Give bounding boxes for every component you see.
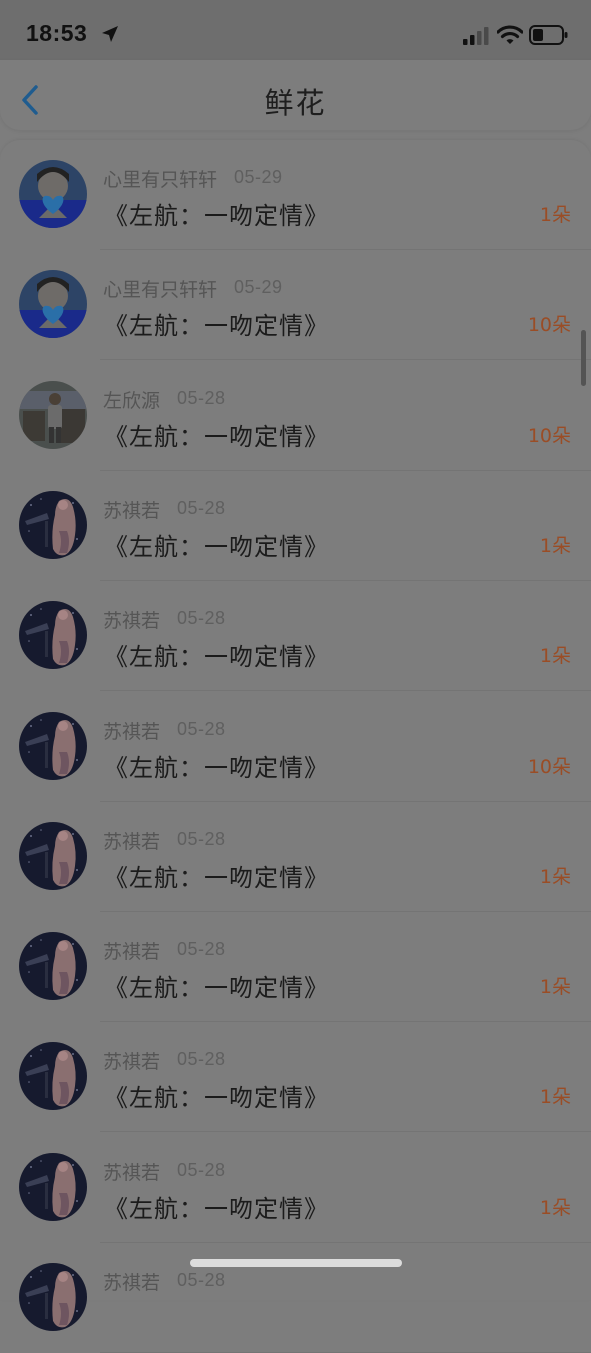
user-name: 苏祺若	[103, 610, 161, 633]
record-date: 05-28	[177, 608, 226, 629]
user-name: 苏祺若	[103, 499, 161, 522]
book-title[interactable]: 《左航：一吻定情》	[104, 968, 329, 1003]
avatar[interactable]	[19, 1263, 87, 1331]
record-date: 05-28	[177, 718, 226, 739]
status-bar: 18:53	[0, 0, 591, 62]
page-title: 鲜花	[264, 86, 327, 120]
battery-icon	[529, 25, 568, 45]
flower-count: 10朵	[527, 424, 571, 447]
book-title[interactable]: 《左航：一吻定情》	[104, 196, 329, 231]
flower-count: 1朵	[539, 534, 571, 557]
avatar[interactable]	[19, 932, 87, 1001]
flower-count: 10朵	[527, 755, 571, 778]
list-item[interactable]: 苏祺若 05-28 《左航：一吻定情》 1朵	[0, 471, 591, 581]
list-item[interactable]: 苏祺若 05-28 《左航：一吻定情》 1朵	[0, 1022, 591, 1133]
book-title[interactable]: 《左航：一吻定情》	[104, 417, 329, 452]
status-time: 18:53	[26, 20, 88, 46]
flower-count: 1朵	[539, 865, 571, 888]
avatar[interactable]	[19, 1042, 87, 1111]
book-title[interactable]: 《左航：一吻定情》	[104, 1189, 329, 1224]
record-date: 05-28	[177, 1049, 226, 1070]
avatar[interactable]	[19, 490, 87, 559]
flower-count: 10朵	[527, 314, 571, 337]
avatar[interactable]	[19, 160, 87, 228]
book-title[interactable]: 《左航：一吻定情》	[104, 1078, 329, 1113]
list-item[interactable]: 左欣源 05-28 《左航：一吻定情》 10朵	[0, 361, 591, 471]
list-item[interactable]: 苏祺若 05-28 《左航：一吻定情》 1朵	[0, 802, 591, 912]
list-item[interactable]: 苏祺若 05-28 《左航：一吻定情》 1朵	[0, 1133, 591, 1243]
record-date: 05-28	[177, 828, 226, 849]
flower-count: 1朵	[539, 204, 571, 226]
user-name: 苏祺若	[103, 1272, 161, 1294]
record-date: 05-28	[177, 387, 226, 408]
navigation-bar: 鲜花	[0, 60, 591, 130]
user-name: 苏祺若	[103, 1161, 161, 1184]
flower-count: 1朵	[539, 1086, 571, 1109]
flower-count: 1朵	[539, 976, 571, 999]
record-date: 05-28	[177, 497, 226, 518]
list-item[interactable]: 苏祺若 05-28 《左航：一吻定情》 1朵	[0, 912, 591, 1023]
book-title[interactable]: 《左航：一吻定情》	[104, 306, 329, 341]
flower-record-list: 心里有只轩轩 05-29 《左航：一吻定情》 1朵 心里有只轩轩 05-29 《左航：一吻定…	[0, 140, 591, 1353]
user-name: 苏祺若	[103, 1051, 161, 1074]
avatar[interactable]	[19, 1152, 87, 1221]
wifi-icon	[497, 25, 523, 44]
cellular-signal-icon	[463, 27, 489, 45]
avatar[interactable]	[19, 601, 87, 670]
user-name: 心里有只轩轩	[103, 279, 218, 302]
record-date: 05-28	[177, 1159, 226, 1180]
user-name: 左欣源	[103, 389, 161, 412]
flower-count: 1朵	[539, 1196, 571, 1219]
record-date: 05-29	[234, 277, 283, 298]
user-name: 苏祺若	[103, 720, 161, 743]
book-title[interactable]: 《左航：一吻定情》	[104, 527, 329, 562]
record-date: 05-28	[177, 1270, 226, 1290]
location-arrow-icon	[102, 26, 118, 42]
list-item[interactable]: 苏祺若 05-28 《左航：一吻定情》 10朵	[0, 692, 591, 802]
home-indicator[interactable]	[190, 1259, 402, 1267]
user-name: 苏祺若	[103, 830, 161, 853]
flower-count: 1朵	[539, 645, 571, 668]
list-item[interactable]: 心里有只轩轩 05-29 《左航：一吻定情》 10朵	[0, 250, 591, 361]
record-date: 05-28	[177, 939, 226, 960]
list-item[interactable]: 心里有只轩轩 05-29 《左航：一吻定情》 1朵	[0, 140, 591, 250]
user-name: 苏祺若	[103, 941, 161, 964]
record-date: 05-29	[234, 167, 283, 187]
book-title[interactable]: 《左航：一吻定情》	[104, 637, 329, 672]
avatar[interactable]	[19, 380, 87, 449]
list-item[interactable]: 苏祺若 05-28 《左航：一吻定情》 1朵	[0, 581, 591, 692]
book-title[interactable]: 《左航：一吻定情》	[104, 748, 329, 783]
user-name: 心里有只轩轩	[103, 169, 218, 191]
avatar[interactable]	[19, 711, 87, 780]
avatar[interactable]	[19, 821, 87, 890]
book-title[interactable]: 《左航：一吻定情》	[104, 858, 329, 893]
avatar[interactable]	[19, 270, 87, 339]
scrollbar[interactable]	[581, 330, 586, 386]
